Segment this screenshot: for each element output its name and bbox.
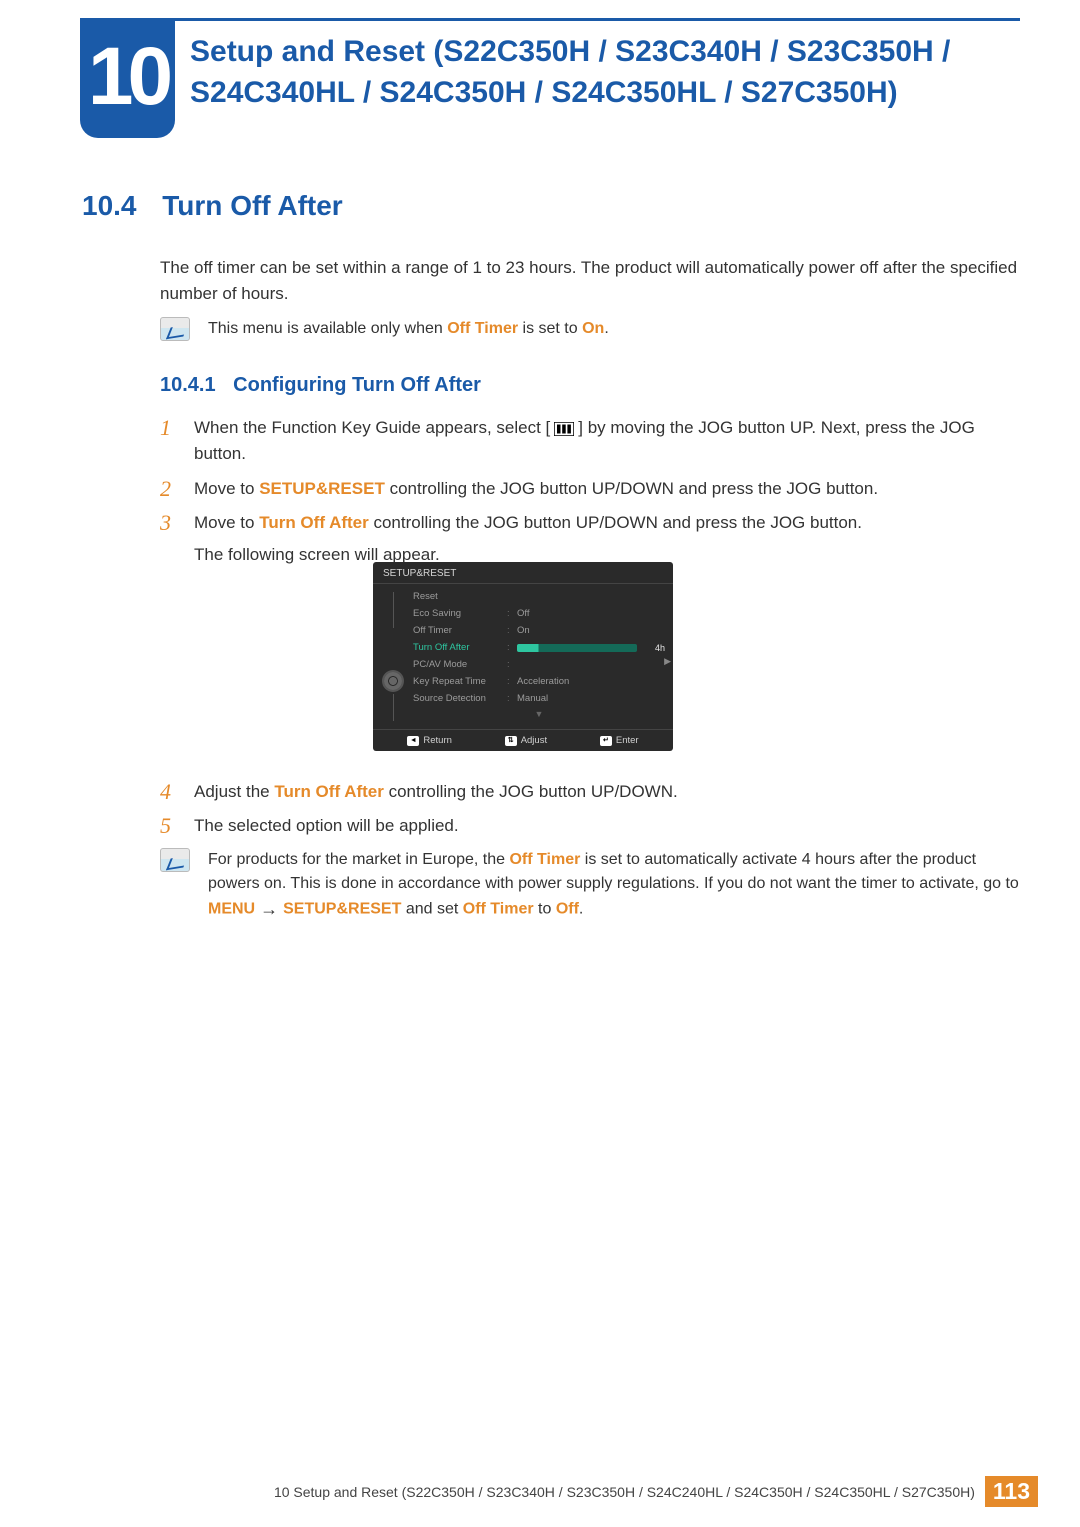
adjust-key-icon: ⇅ [505,736,517,746]
step-text: The selected option will be applied. [194,813,1020,839]
osd-row-off-timer: Off Timer : On [413,622,665,639]
step-5: 5 The selected option will be applied. [160,813,1020,839]
section-number: 10.4 [82,190,137,221]
osd-footer-adjust: ⇅Adjust [505,735,547,746]
osd-row-key-repeat: Key Repeat Time : Acceleration [413,673,665,690]
step-text: Move to SETUP&RESET controlling the JOG … [194,476,1020,502]
step-list-upper: 1 When the Function Key Guide appears, s… [160,415,1020,577]
step-1: 1 When the Function Key Guide appears, s… [160,415,1020,468]
osd-row-pcav-mode: PC/AV Mode : [413,656,665,673]
section-intro: The off timer can be set within a range … [160,255,1020,308]
osd-row-eco-saving: Eco Saving : Off [413,605,665,622]
chapter-number-badge: 10 [80,18,175,138]
step-number: 4 [160,779,178,804]
page-number: 113 [985,1476,1038,1507]
note-text: This menu is available only when Off Tim… [208,317,609,341]
osd-row-source-detection: Source Detection : Manual [413,690,665,707]
section-heading: 10.4 Turn Off After [82,190,343,222]
osd-footer: ◄Return ⇅Adjust ↵Enter [373,729,673,751]
chevron-right-icon: ▶ [664,656,671,667]
subsection-number: 10.4.1 [160,374,216,396]
subsection-title: Configuring Turn Off After [233,374,481,396]
return-key-icon: ◄ [407,736,419,746]
step-3: 3 Move to Turn Off After controlling the… [160,510,1020,569]
arrow-right-icon: → [255,899,283,919]
gear-icon [384,672,402,690]
osd-title: SETUP&RESET [373,562,673,584]
osd-menu-list: Reset Eco Saving : Off Off Timer : On Tu… [413,588,665,721]
note-icon [160,848,190,872]
footer-text: 10 Setup and Reset (S22C350H / S23C340H … [274,1484,975,1500]
osd-panel: SETUP&RESET Reset Eco Saving : Off Off T… [373,562,673,751]
chevron-down-icon: ▼ [413,707,665,721]
note-text: For products for the market in Europe, t… [208,848,1020,923]
menu-icon [554,422,574,436]
osd-row-turn-off-after: Turn Off After : 4h [413,639,665,656]
osd-row-reset: Reset [413,588,665,605]
step-list-lower: 4 Adjust the Turn Off After controlling … [160,779,1020,848]
subsection-heading: 10.4.1 Configuring Turn Off After [160,374,481,397]
chapter-title: Setup and Reset (S22C350H / S23C340H / S… [190,32,1020,113]
osd-slider: 4h [517,643,665,653]
header-rule [80,18,1020,21]
step-2: 2 Move to SETUP&RESET controlling the JO… [160,476,1020,502]
step-number: 3 [160,510,178,535]
step-text: Move to Turn Off After controlling the J… [194,510,1020,569]
osd-footer-enter: ↵Enter [600,735,639,746]
note-europe: For products for the market in Europe, t… [160,848,1020,923]
step-number: 1 [160,415,178,440]
step-number: 2 [160,476,178,501]
section-title: Turn Off After [162,190,342,221]
step-4: 4 Adjust the Turn Off After controlling … [160,779,1020,805]
note-icon [160,317,190,341]
page-footer: 10 Setup and Reset (S22C350H / S23C340H … [60,1476,1038,1507]
step-number: 5 [160,813,178,838]
note-availability: This menu is available only when Off Tim… [160,317,1020,341]
enter-key-icon: ↵ [600,736,612,746]
step-text: When the Function Key Guide appears, sel… [194,415,1020,468]
osd-footer-return: ◄Return [407,735,452,746]
step-text: Adjust the Turn Off After controlling th… [194,779,1020,805]
